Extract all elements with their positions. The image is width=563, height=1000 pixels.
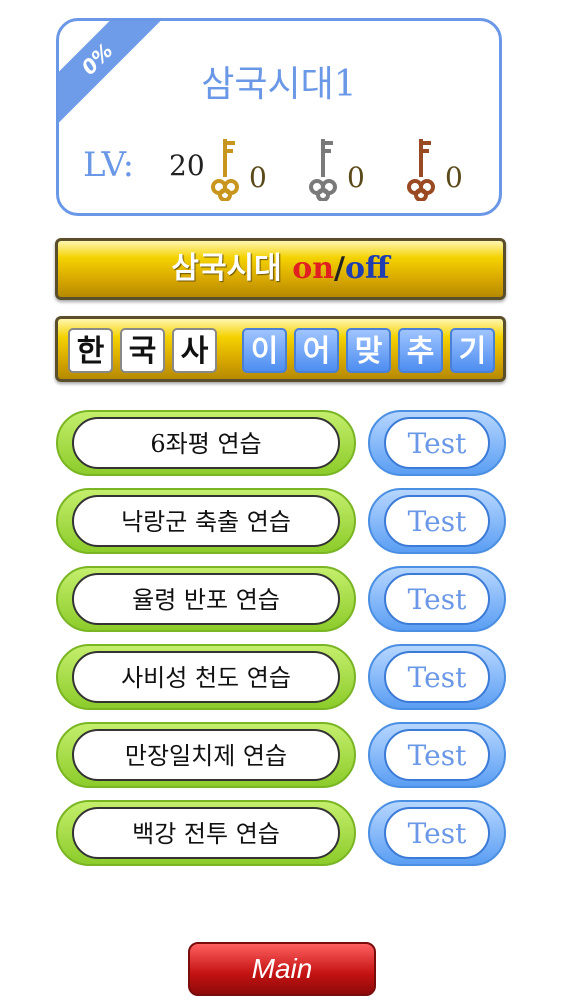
test-label: Test	[384, 573, 490, 625]
silver-key-icon	[309, 139, 337, 201]
practice-button-1[interactable]: 6좌평 연습	[56, 410, 356, 476]
bronze-key-icon	[407, 139, 435, 201]
stage-title: 삼국시대1	[201, 64, 357, 105]
tile-i[interactable]: 이	[242, 328, 287, 373]
test-label: Test	[384, 729, 490, 781]
main-button[interactable]: Main	[188, 942, 376, 996]
practice-button-5[interactable]: 만장일치제 연습	[56, 722, 356, 788]
practice-label: 6좌평 연습	[72, 417, 340, 469]
practice-button-2[interactable]: 낙랑군 축출 연습	[56, 488, 356, 554]
practice-label: 사비성 천도 연습	[72, 651, 340, 703]
gold-key-count: 0	[249, 161, 267, 194]
practice-label: 만장일치제 연습	[72, 729, 340, 781]
test-button-2[interactable]: Test	[368, 488, 506, 554]
stage-card: 0% 삼국시대1 LV: 20 0 0 0	[56, 18, 502, 216]
tile-sa[interactable]: 사	[172, 328, 217, 373]
test-button-1[interactable]: Test	[368, 410, 506, 476]
bronze-key-count: 0	[445, 161, 463, 194]
practice-label: 낙랑군 축출 연습	[72, 495, 340, 547]
practice-button-3[interactable]: 율령 반포 연습	[56, 566, 356, 632]
tile-han[interactable]: 한	[68, 328, 113, 373]
test-button-5[interactable]: Test	[368, 722, 506, 788]
tile-eo[interactable]: 어	[294, 328, 339, 373]
toggle-label: 삼국시대	[171, 251, 293, 286]
era-toggle-button[interactable]: 삼국시대 on/off	[55, 238, 506, 300]
practice-label: 율령 반포 연습	[72, 573, 340, 625]
toggle-slash: /	[334, 251, 345, 286]
test-label: Test	[384, 495, 490, 547]
tile-mat[interactable]: 맞	[346, 328, 391, 373]
tile-chu[interactable]: 추	[398, 328, 443, 373]
test-label: Test	[384, 417, 490, 469]
test-label: Test	[384, 651, 490, 703]
practice-label: 백강 전투 연습	[72, 807, 340, 859]
level-value: 20	[169, 149, 205, 182]
practice-button-6[interactable]: 백강 전투 연습	[56, 800, 356, 866]
gold-key-icon	[211, 139, 239, 201]
test-button-3[interactable]: Test	[368, 566, 506, 632]
level-label: LV:	[83, 145, 135, 185]
word-tiles-bar: 한 국 사 이 어 맞 추 기	[55, 316, 506, 382]
test-label: Test	[384, 807, 490, 859]
tile-guk[interactable]: 국	[120, 328, 165, 373]
silver-key-count: 0	[347, 161, 365, 194]
toggle-on: on	[292, 251, 335, 286]
test-button-4[interactable]: Test	[368, 644, 506, 710]
test-button-6[interactable]: Test	[368, 800, 506, 866]
practice-button-4[interactable]: 사비성 천도 연습	[56, 644, 356, 710]
tile-gi[interactable]: 기	[450, 328, 495, 373]
toggle-off: off	[345, 251, 390, 286]
